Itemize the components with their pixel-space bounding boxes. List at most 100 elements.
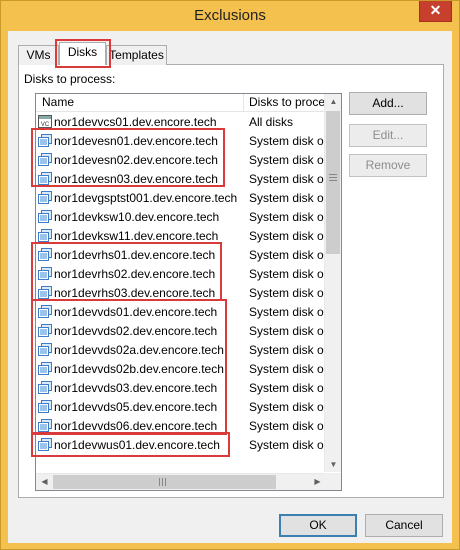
row-name-text: nor1devgsptst001.dev.encore.tech bbox=[54, 191, 238, 205]
add-button[interactable]: Add... bbox=[349, 92, 427, 115]
vertical-scroll-thumb[interactable] bbox=[326, 111, 340, 254]
remove-button[interactable]: Remove bbox=[349, 154, 427, 177]
row-name-cell: nor1devvds06.dev.encore.tech bbox=[38, 417, 244, 436]
list-row[interactable]: nor1devesn03.dev.encore.tech System disk … bbox=[36, 170, 326, 189]
horizontal-scroll-thumb[interactable] bbox=[53, 475, 276, 489]
disks-tab-highlight bbox=[55, 39, 111, 68]
vm-icon bbox=[38, 305, 52, 318]
row-name-text: nor1devvcs01.dev.encore.tech bbox=[54, 115, 217, 129]
horizontal-scrollbar[interactable]: ◀ ▶ bbox=[36, 473, 326, 490]
vm-icon bbox=[38, 324, 52, 337]
list-row[interactable]: nor1devvds01.dev.encore.tech System disk … bbox=[36, 303, 326, 322]
list-row[interactable]: nor1devksw11.dev.encore.tech System disk … bbox=[36, 227, 326, 246]
vm-icon bbox=[38, 248, 52, 261]
list-row[interactable]: nor1devvds02a.dev.encore.tech System disk… bbox=[36, 341, 326, 360]
vm-icon bbox=[38, 134, 52, 147]
row-name-text: nor1devvds03.dev.encore.tech bbox=[54, 381, 218, 395]
list-row[interactable]: nor1devvds06.dev.encore.tech System disk … bbox=[36, 417, 326, 436]
row-name-text: nor1devesn03.dev.encore.tech bbox=[54, 172, 218, 186]
svg-text:VC: VC bbox=[41, 122, 50, 128]
row-name-text: nor1devvds02.dev.encore.tech bbox=[54, 324, 218, 338]
row-name-cell: nor1devvds02.dev.encore.tech bbox=[38, 322, 244, 341]
row-name-cell: nor1devesn01.dev.encore.tech bbox=[38, 132, 244, 151]
list-row[interactable]: nor1devesn02.dev.encore.tech System disk … bbox=[36, 151, 326, 170]
list-row[interactable]: nor1devrhs02.dev.encore.tech System disk … bbox=[36, 265, 326, 284]
row-name-text: nor1devksw10.dev.encore.tech bbox=[54, 210, 220, 224]
row-disks-cell: System disk only bbox=[249, 267, 326, 281]
edit-button[interactable]: Edit... bbox=[349, 124, 427, 147]
row-name-cell: nor1devvds03.dev.encore.tech bbox=[38, 379, 244, 398]
window-title: Exclusions bbox=[194, 7, 266, 24]
vm-icon bbox=[38, 438, 52, 451]
vm-icon bbox=[38, 362, 52, 375]
scroll-down-arrow-icon[interactable]: ▼ bbox=[325, 460, 341, 469]
tab-vms[interactable]: VMs bbox=[18, 45, 59, 65]
row-disks-cell: System disk only bbox=[249, 248, 326, 262]
list-row[interactable]: nor1devksw10.dev.encore.tech System disk … bbox=[36, 208, 326, 227]
vm-icon bbox=[38, 229, 52, 242]
ok-button[interactable]: OK bbox=[279, 514, 357, 537]
vm-icon bbox=[38, 191, 52, 204]
row-name-text: nor1devvds02a.dev.encore.tech bbox=[54, 343, 224, 357]
row-disks-cell: System disk only bbox=[249, 381, 326, 395]
row-disks-cell: System disk only bbox=[249, 210, 326, 224]
row-disks-cell: System disk only bbox=[249, 191, 326, 205]
row-name-cell: nor1devesn03.dev.encore.tech bbox=[38, 170, 244, 189]
list-row[interactable]: nor1devrhs01.dev.encore.tech System disk … bbox=[36, 246, 326, 265]
row-disks-cell: System disk only bbox=[249, 134, 326, 148]
row-name-text: nor1devvds05.dev.encore.tech bbox=[54, 400, 218, 414]
close-button[interactable]: ✕ bbox=[419, 1, 452, 22]
dialog-body: VMs Disks Templates Disks to process: Na… bbox=[8, 31, 452, 543]
vm-icon bbox=[38, 400, 52, 413]
row-name-cell: nor1devvds05.dev.encore.tech bbox=[38, 398, 244, 417]
row-name-text: nor1devvds02b.dev.encore.tech bbox=[54, 362, 224, 376]
vm-icon bbox=[38, 286, 52, 299]
row-disks-cell: System disk only bbox=[249, 419, 326, 433]
vertical-scrollbar[interactable]: ▲ ▼ bbox=[324, 94, 341, 472]
list-row[interactable]: nor1devgsptst001.dev.encore.tech System d… bbox=[36, 189, 326, 208]
row-name-cell: nor1devvds02a.dev.encore.tech bbox=[38, 341, 244, 360]
row-name-text: nor1devesn02.dev.encore.tech bbox=[54, 153, 218, 167]
cancel-button[interactable]: Cancel bbox=[365, 514, 443, 537]
scroll-left-arrow-icon[interactable]: ◀ bbox=[36, 477, 53, 486]
vm-icon bbox=[38, 419, 52, 432]
vcenter-icon: VC bbox=[38, 115, 52, 128]
row-name-text: nor1devwus01.dev.encore.tech bbox=[54, 438, 220, 452]
column-header-disks[interactable]: Disks to proce bbox=[244, 94, 326, 112]
disks-to-process-label: Disks to process: bbox=[24, 72, 116, 86]
row-disks-cell: System disk only bbox=[249, 362, 326, 376]
row-name-cell: VC nor1devvcs01.dev.encore.tech bbox=[38, 113, 244, 132]
row-name-text: nor1devvds01.dev.encore.tech bbox=[54, 305, 218, 319]
row-disks-cell: System disk only bbox=[249, 305, 326, 319]
row-name-cell: nor1devvds01.dev.encore.tech bbox=[38, 303, 244, 322]
row-name-cell: nor1devrhs03.dev.encore.tech bbox=[38, 284, 244, 303]
list-row[interactable]: nor1devvds03.dev.encore.tech System disk … bbox=[36, 379, 326, 398]
list-row[interactable]: nor1devvds02b.dev.encore.tech System disk… bbox=[36, 360, 326, 379]
list-row[interactable]: nor1devrhs03.dev.encore.tech System disk … bbox=[36, 284, 326, 303]
title-bar[interactable]: Exclusions ✕ bbox=[1, 1, 459, 31]
row-disks-cell: System disk only bbox=[249, 324, 326, 338]
row-name-cell: nor1devesn02.dev.encore.tech bbox=[38, 151, 244, 170]
row-name-cell: nor1devrhs02.dev.encore.tech bbox=[38, 265, 244, 284]
row-disks-cell: System disk only bbox=[249, 343, 326, 357]
list-row[interactable]: VC nor1devvcs01.dev.encore.tech All disks bbox=[36, 113, 326, 132]
tab-templates[interactable]: Templates bbox=[106, 45, 167, 65]
row-name-cell: nor1devksw10.dev.encore.tech bbox=[38, 208, 244, 227]
scroll-up-arrow-icon[interactable]: ▲ bbox=[325, 97, 341, 106]
list-row[interactable]: nor1devvds05.dev.encore.tech System disk … bbox=[36, 398, 326, 417]
scroll-corner bbox=[324, 473, 341, 490]
row-name-cell: nor1devrhs01.dev.encore.tech bbox=[38, 246, 244, 265]
column-header-name[interactable]: Name bbox=[36, 94, 244, 112]
vm-icon bbox=[38, 381, 52, 394]
row-name-cell: nor1devvds02b.dev.encore.tech bbox=[38, 360, 244, 379]
row-disks-cell: System disk only bbox=[249, 286, 326, 300]
row-disks-cell: System disk only bbox=[249, 229, 326, 243]
exclusions-dialog: Exclusions ✕ VMs Disks Templates Disks t… bbox=[0, 0, 460, 550]
row-disks-cell: System disk only bbox=[249, 153, 326, 167]
list-row[interactable]: nor1devvds02.dev.encore.tech System disk … bbox=[36, 322, 326, 341]
disks-list[interactable]: Name Disks to proce VC nor1devvcs01.dev.e… bbox=[35, 93, 342, 491]
row-name-cell: nor1devgsptst001.dev.encore.tech bbox=[38, 189, 244, 208]
list-row[interactable]: nor1devesn01.dev.encore.tech System disk … bbox=[36, 132, 326, 151]
list-row[interactable]: nor1devwus01.dev.encore.tech System disk … bbox=[36, 436, 326, 455]
row-name-cell: nor1devksw11.dev.encore.tech bbox=[38, 227, 244, 246]
